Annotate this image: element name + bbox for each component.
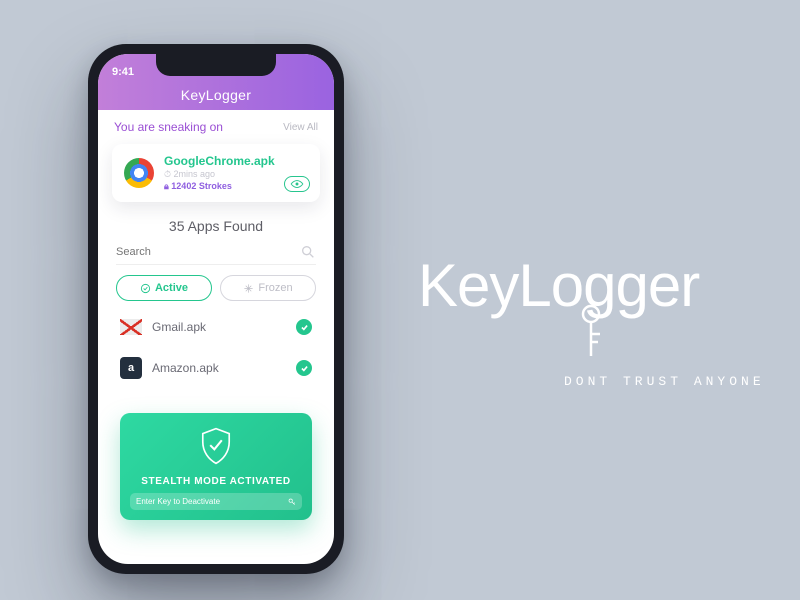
sneak-title: You are sneaking on (114, 120, 223, 134)
chrome-icon (124, 158, 154, 188)
phone-notch (156, 54, 276, 76)
key-icon (288, 498, 296, 506)
phone-screen: 9:41 KeyLogger You are sneaking on View … (98, 54, 334, 564)
stealth-title: STEALTH MODE ACTIVATED (130, 476, 302, 487)
watch-toggle[interactable] (284, 176, 310, 192)
app-row-gmail[interactable]: Gmail.apk (116, 313, 316, 341)
stealth-sub-label: Enter Key to Deactivate (136, 497, 220, 506)
filter-frozen-label: Frozen (258, 282, 292, 294)
brand-logger: Logger (518, 252, 699, 319)
view-all-link[interactable]: View All (283, 122, 318, 133)
featured-app-name: GoogleChrome.apk (164, 154, 275, 168)
featured-app-card[interactable]: GoogleChrome.apk ⏱ 2mins ago 🔒︎ 12402 St… (112, 144, 320, 202)
filter-active[interactable]: Active (116, 275, 212, 301)
phone-frame: 9:41 KeyLogger You are sneaking on View … (88, 44, 344, 574)
gmail-icon (120, 319, 142, 335)
app-name: Gmail.apk (152, 320, 286, 334)
eye-icon (290, 179, 304, 189)
status-active-icon (296, 360, 312, 376)
filter-active-label: Active (155, 282, 188, 294)
brand-key: Key (418, 252, 518, 319)
brand-tagline: DONT TRUST ANYONE (564, 374, 765, 389)
clock-icon: ⏱ (164, 169, 174, 179)
apps-found-count: 35 Apps Found (98, 212, 334, 242)
featured-time: ⏱ 2mins ago (164, 169, 275, 180)
search-input[interactable] (116, 246, 300, 258)
brand-logo: KeyLogger (418, 256, 699, 316)
stealth-deactivate[interactable]: Enter Key to Deactivate (130, 493, 302, 510)
key-glyph-icon (576, 304, 606, 362)
filter-row: Active Frozen (116, 275, 316, 301)
amazon-icon: a (120, 357, 142, 379)
shield-check-icon (199, 427, 233, 465)
sneak-header: You are sneaking on View All (98, 110, 334, 140)
app-row-amazon[interactable]: a Amazon.apk (116, 351, 316, 385)
featured-info: GoogleChrome.apk ⏱ 2mins ago 🔒︎ 12402 St… (164, 154, 275, 192)
check-badge-icon (140, 283, 151, 294)
stealth-card[interactable]: STEALTH MODE ACTIVATED Enter Key to Deac… (120, 413, 312, 520)
featured-strokes: 🔒︎ 12402 Strokes (164, 181, 275, 192)
status-active-icon (296, 319, 312, 335)
app-bar: KeyLogger (98, 80, 334, 110)
search-icon[interactable] (300, 244, 316, 260)
app-title: KeyLogger (181, 87, 251, 103)
app-name: Amazon.apk (152, 361, 286, 375)
brand-block: KeyLogger DONT TRUST ANYONE (418, 256, 765, 389)
filter-frozen[interactable]: Frozen (220, 275, 316, 301)
status-time: 9:41 (112, 66, 134, 78)
search-row (116, 242, 316, 265)
snowflake-icon (243, 283, 254, 294)
